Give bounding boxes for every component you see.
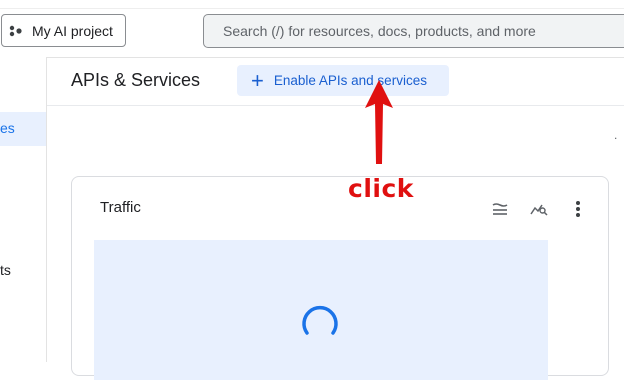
- project-selector-button[interactable]: My AI project: [1, 14, 126, 47]
- search-box[interactable]: [203, 14, 624, 48]
- more-vert-icon[interactable]: [568, 199, 588, 219]
- search-input[interactable]: [221, 22, 624, 40]
- card-title: Traffic: [100, 199, 141, 216]
- sidebar-item-label: es: [0, 120, 15, 136]
- top-edge: [0, 0, 624, 9]
- legend-toggle-icon[interactable]: [490, 199, 510, 219]
- top-bar: My AI project: [0, 0, 624, 58]
- sidebar-item-label: ts: [0, 262, 11, 278]
- annotation-arrow-icon: [365, 80, 393, 164]
- plus-icon: +: [251, 67, 264, 93]
- project-dots-icon: [9, 24, 23, 38]
- explore-chart-icon[interactable]: [529, 199, 549, 219]
- traffic-card: Traffic: [71, 176, 609, 380]
- sidebar: es ts: [0, 57, 47, 362]
- enable-apis-label: Enable APIs and services: [273, 73, 427, 88]
- page-header: APIs & Services + Enable APIs and servic…: [47, 57, 624, 106]
- sidebar-item-active[interactable]: es: [0, 112, 46, 146]
- edge-mark: .: [614, 128, 618, 142]
- page-title: APIs & Services: [71, 70, 201, 90]
- loading-spinner-icon: [302, 305, 338, 335]
- enable-apis-button[interactable]: + Enable APIs and services: [237, 65, 449, 96]
- traffic-chart-area: [94, 240, 548, 380]
- card-toolbar: [490, 199, 588, 219]
- project-label: My AI project: [32, 22, 113, 39]
- click-annotation: click: [348, 174, 414, 203]
